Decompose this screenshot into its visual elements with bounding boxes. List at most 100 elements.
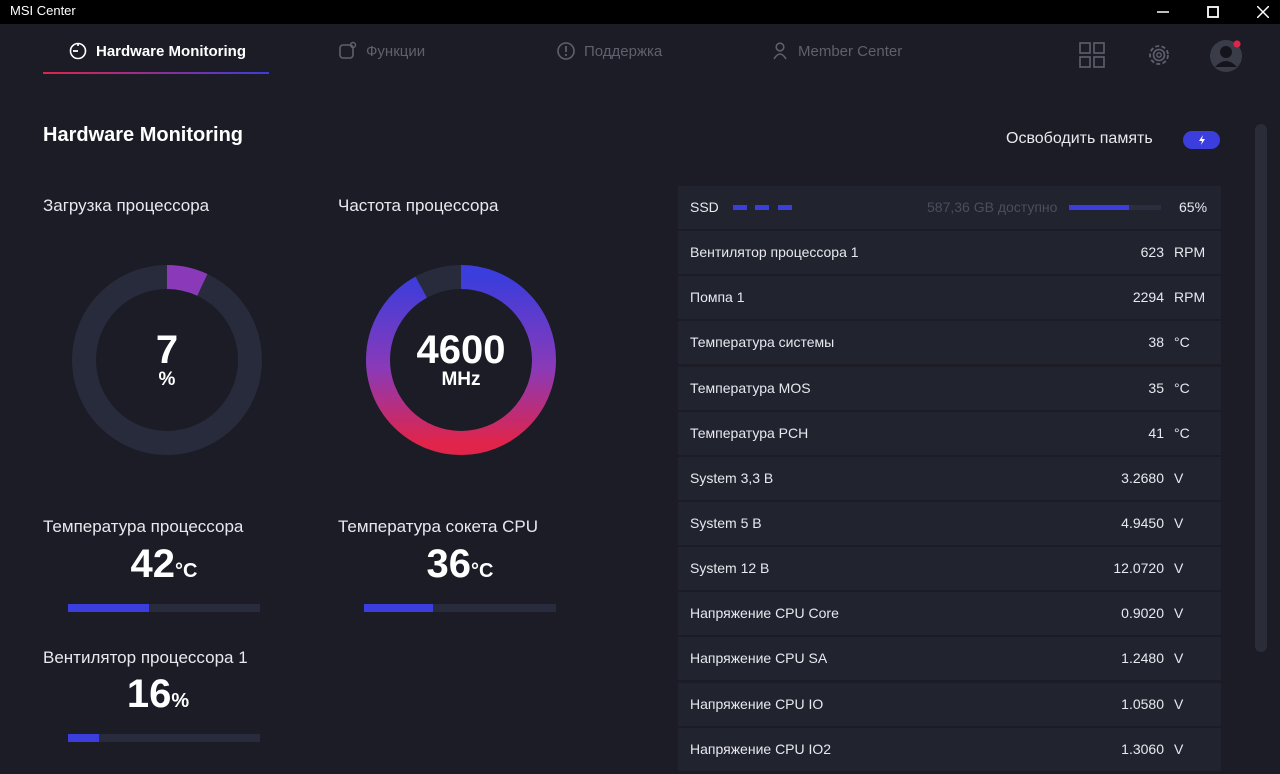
sensor-name: Темпеpатура PCH bbox=[690, 424, 809, 441]
cpu-load-label: Загрузка процессора bbox=[43, 196, 210, 215]
sensor-row: System 5 В 4.9450 V bbox=[678, 501, 1221, 545]
gauge-icon bbox=[68, 41, 88, 61]
tab-support[interactable]: Поддержка bbox=[556, 38, 662, 64]
sensor-name: Напряжение CPU IO bbox=[690, 695, 824, 712]
tab-label: Функции bbox=[366, 42, 426, 60]
sensor-name: Вентилятор процессора 1 bbox=[690, 244, 859, 261]
sensor-unit: V bbox=[1174, 514, 1184, 531]
tab-hardware-monitoring[interactable]: Hardware Monitoring bbox=[68, 38, 246, 64]
sensor-name: System 3,3 В bbox=[690, 469, 774, 486]
cpu-fan-unit: % bbox=[171, 690, 190, 712]
sensor-name: Температура системы bbox=[690, 334, 835, 351]
free-memory-button[interactable] bbox=[1183, 131, 1220, 149]
cpu-fan-label: Вентилятор процессора 1 bbox=[43, 648, 248, 667]
cpu-temperature-bar-fill bbox=[68, 604, 149, 612]
scrollbar[interactable] bbox=[1255, 124, 1267, 652]
cpu-fan-value: 16 bbox=[126, 672, 172, 716]
sensor-unit: V bbox=[1174, 650, 1184, 667]
sensor-row: Напряжение CPU SA 1.2480 V bbox=[678, 637, 1221, 681]
cpu-fan-bar-fill bbox=[68, 734, 99, 742]
ssd-row: SSD 587,36 GB доступно 65% bbox=[678, 186, 1221, 229]
sensor-value: 2294 bbox=[1132, 289, 1164, 306]
sensor-value: 41 bbox=[1148, 424, 1164, 441]
sensor-value: 38 bbox=[1148, 334, 1164, 351]
sensor-value: 623 bbox=[1140, 244, 1164, 261]
sensor-unit: °C bbox=[1174, 334, 1190, 351]
sensor-name: Температура MOS bbox=[690, 379, 811, 396]
sensor-unit: °C bbox=[1174, 379, 1190, 396]
sensor-name: System 12 В bbox=[690, 560, 770, 577]
sensor-unit: V bbox=[1174, 469, 1184, 486]
gear-icon[interactable] bbox=[1144, 40, 1174, 70]
sensor-row: Напряжение CPU IO 1.0580 V bbox=[678, 682, 1221, 726]
sensor-unit: °C bbox=[1174, 424, 1190, 441]
cpu-temperature-label: Температура процессора bbox=[43, 517, 244, 536]
sensor-name: Напряжение CPU IO2 bbox=[690, 740, 832, 757]
bolt-icon bbox=[1198, 135, 1205, 145]
sensor-value: 4.9450 bbox=[1121, 514, 1164, 531]
ssd-name: SSD bbox=[690, 199, 719, 215]
sensor-row: Помпа 1 2294 RPM bbox=[678, 276, 1221, 320]
sensor-value: 0.9020 bbox=[1121, 605, 1164, 622]
cpu-frequency-label: Частота процессора bbox=[338, 196, 499, 215]
minimize-button[interactable] bbox=[1140, 0, 1186, 24]
cpu-temperature-unit: °C bbox=[175, 560, 198, 582]
ssd-activity-indicator bbox=[778, 205, 792, 210]
page-title: Hardware Monitoring bbox=[43, 124, 244, 146]
ssd-activity-indicator bbox=[755, 205, 769, 210]
tab-label: Hardware Monitoring bbox=[96, 42, 247, 60]
sensor-list: SSD 587,36 GB доступно 65% Вентилятор пр… bbox=[678, 186, 1221, 773]
cpu-fan-bar bbox=[68, 734, 260, 742]
socket-temperature-label: Температура сокета CPU bbox=[338, 517, 539, 536]
ssd-available: 587,36 GB доступно bbox=[927, 199, 1058, 215]
socket-temperature-bar-fill bbox=[364, 604, 434, 612]
ssd-usage-bar bbox=[1069, 205, 1161, 210]
ssd-usage-bar-fill bbox=[1069, 205, 1129, 210]
member-icon bbox=[770, 41, 790, 61]
free-memory-label: Освободить память bbox=[1006, 130, 1153, 147]
socket-temperature-unit: °C bbox=[471, 560, 494, 582]
cpu-load-unit: % bbox=[158, 369, 176, 390]
ssd-activity-indicator bbox=[733, 205, 747, 210]
tab-label: Member Center bbox=[798, 42, 903, 60]
sensor-name: Напряжение CPU Core bbox=[690, 605, 839, 622]
cpu-load-value: 7 bbox=[155, 328, 179, 372]
sensor-row: Температура системы 38 °C bbox=[678, 321, 1221, 365]
sensor-row: System 12 В 12.0720 V bbox=[678, 547, 1221, 591]
tab-label: Поддержка bbox=[584, 42, 663, 60]
sensor-value: 1.3060 bbox=[1121, 740, 1164, 757]
socket-temperature-bar bbox=[364, 604, 556, 612]
ssd-percent: 65% bbox=[1179, 199, 1208, 215]
sensor-name: System 5 В bbox=[690, 514, 762, 531]
sensor-name: Помпа 1 bbox=[690, 289, 745, 306]
cpu-temperature-readout: 42°C bbox=[68, 542, 260, 587]
sensor-row: System 3,3 В 3.2680 V bbox=[678, 456, 1221, 500]
sensor-name: Напряжение CPU SA bbox=[690, 650, 828, 667]
sensor-row: Вентилятор процессора 1 623 RPM bbox=[678, 231, 1221, 275]
top-navigation: Hardware Monitoring Функции Поддержка Me… bbox=[0, 24, 1280, 80]
tab-member-center[interactable]: Member Center bbox=[770, 38, 902, 64]
sensor-unit: RPM bbox=[1174, 289, 1206, 306]
cpu-load-gauge: 7 % bbox=[71, 264, 263, 456]
cpu-temperature-bar bbox=[68, 604, 260, 612]
sensor-unit: V bbox=[1174, 695, 1184, 712]
sensor-row: Напряжение CPU Core 0.9020 V bbox=[678, 592, 1221, 636]
sensor-value: 12.0720 bbox=[1113, 560, 1164, 577]
socket-temperature-readout: 36°C bbox=[364, 542, 556, 587]
sensor-unit: V bbox=[1174, 605, 1184, 622]
sensor-value: 35 bbox=[1148, 379, 1164, 396]
sensor-row: Напряжение CPU IO2 1.3060 V bbox=[678, 727, 1221, 771]
cpu-temperature-value: 42 bbox=[130, 542, 176, 586]
tab-features[interactable]: Функции bbox=[338, 38, 425, 64]
close-button[interactable] bbox=[1240, 0, 1280, 24]
cpu-fan-readout: 16% bbox=[62, 672, 254, 717]
cpu-frequency-unit: MHz bbox=[441, 369, 481, 390]
active-tab-indicator bbox=[43, 72, 269, 74]
maximize-button[interactable] bbox=[1190, 0, 1236, 24]
sensor-unit: V bbox=[1174, 740, 1184, 757]
window-title: MSI Center bbox=[10, 3, 76, 18]
cpu-frequency-gauge: 4600 MHz bbox=[365, 264, 557, 456]
grid-icon[interactable] bbox=[1077, 40, 1107, 70]
avatar-icon[interactable] bbox=[1208, 38, 1244, 74]
sensor-unit: RPM bbox=[1174, 244, 1206, 261]
